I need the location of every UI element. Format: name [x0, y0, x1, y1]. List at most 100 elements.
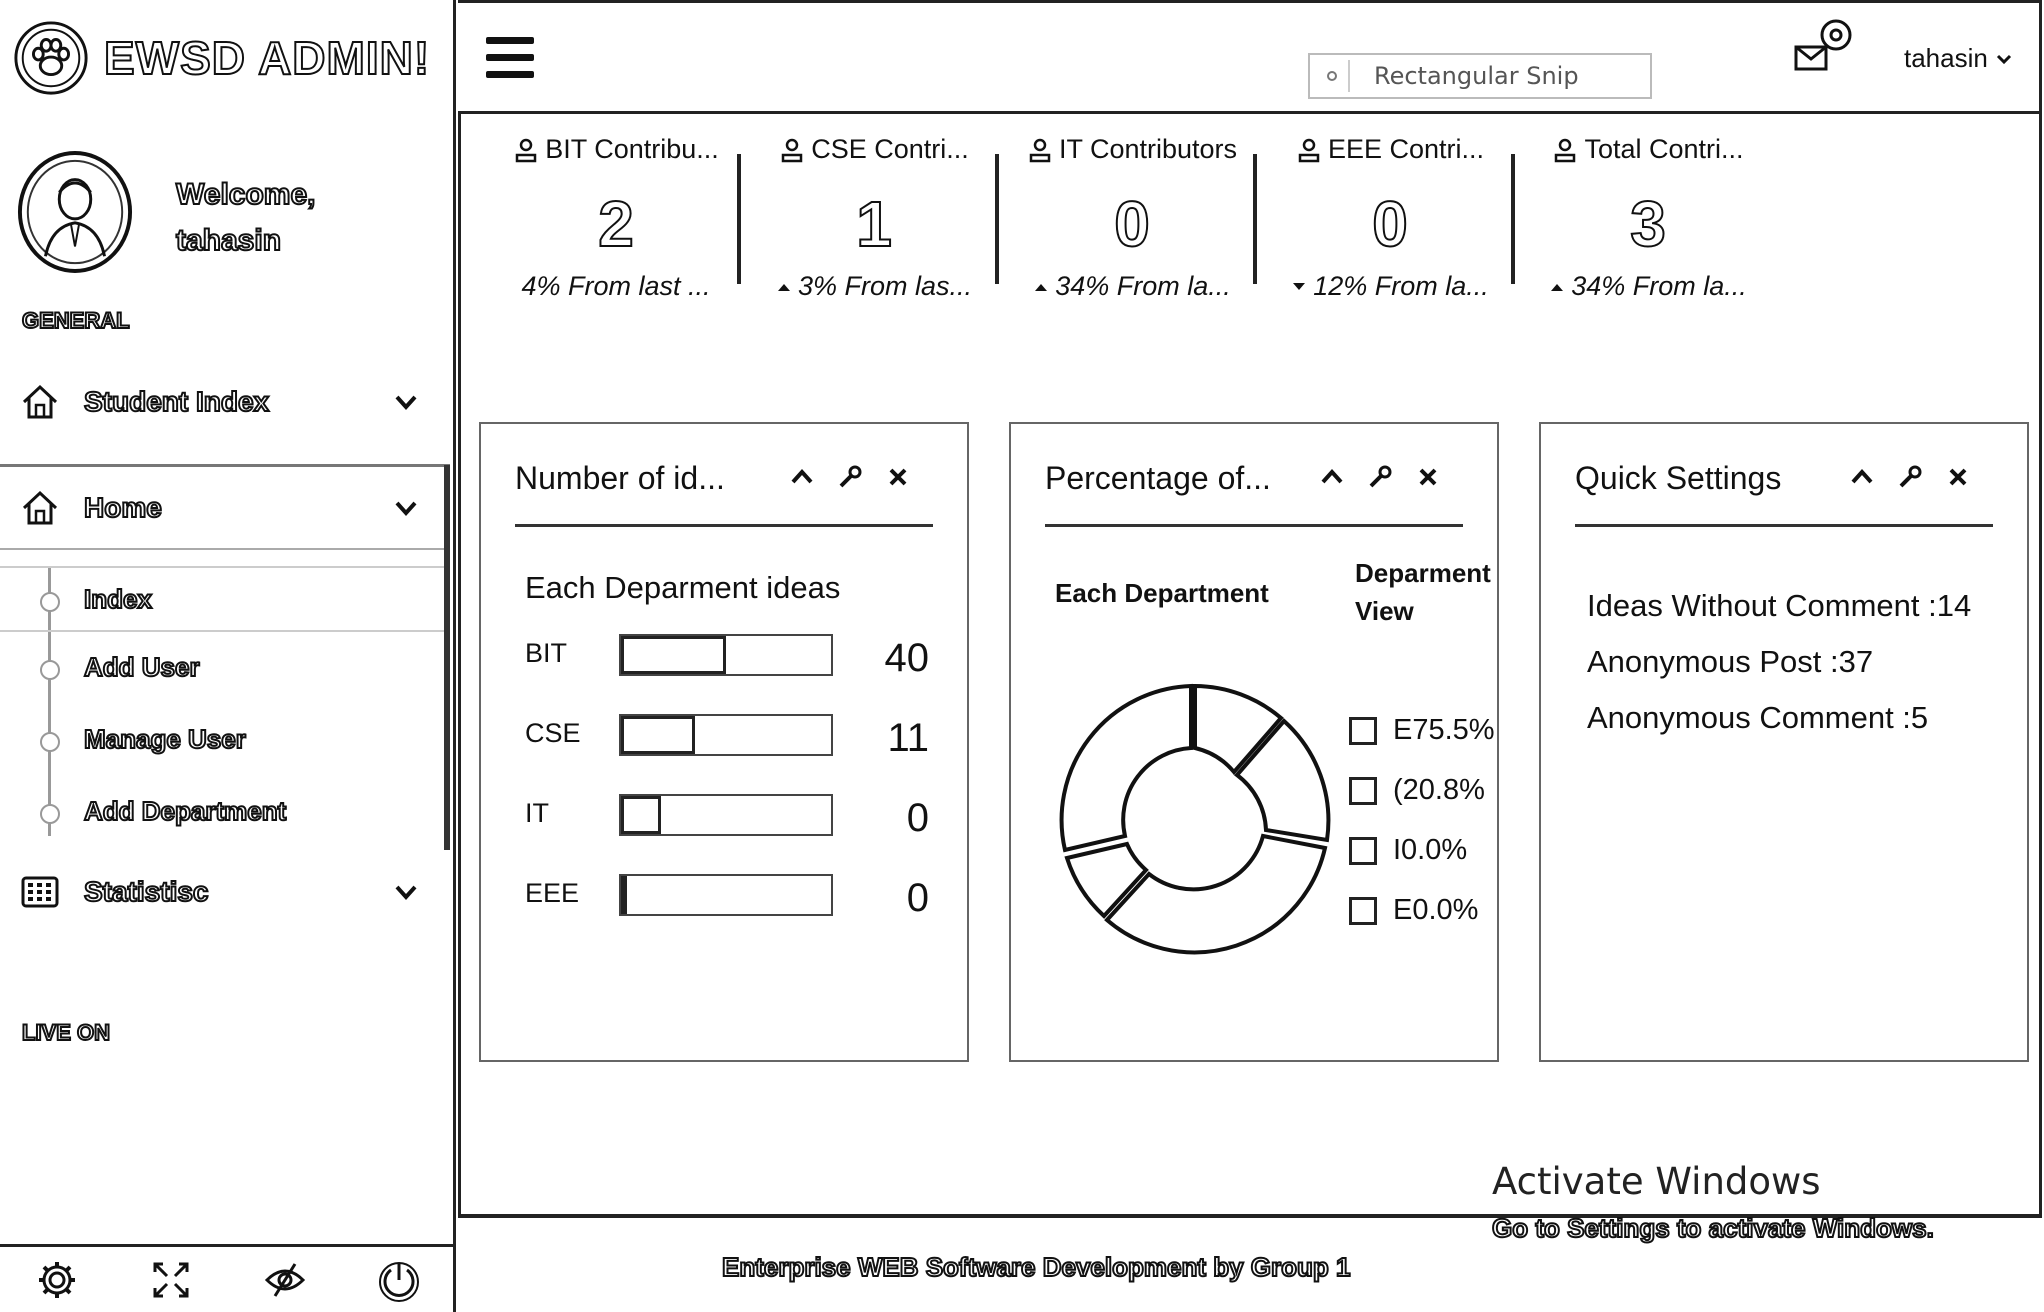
user-icon — [1029, 138, 1051, 162]
fullscreen-icon[interactable] — [149, 1258, 193, 1302]
close-icon[interactable] — [885, 464, 911, 490]
user-icon — [1298, 138, 1320, 162]
stat-label: CSE Contri... — [811, 134, 969, 164]
bar-label: EEE — [525, 878, 580, 908]
stat-divider — [995, 154, 999, 284]
legend-item[interactable]: (20.8% — [1349, 774, 1485, 807]
panel-divider — [515, 524, 933, 527]
welcome-label: Welcome, — [175, 177, 316, 212]
activate-title: Activate Windows — [1492, 1160, 1821, 1203]
legend-label: (20.8% — [1393, 774, 1485, 806]
submenu-item-manage-user[interactable]: Manage User — [0, 708, 450, 774]
submenu-item-label: Index — [83, 583, 153, 615]
eye-off-icon[interactable] — [263, 1258, 307, 1302]
legend-checkbox[interactable] — [1349, 836, 1377, 865]
wrench-icon[interactable] — [1897, 464, 1923, 490]
donut-segment — [1059, 683, 1193, 853]
mail-notification-icon[interactable] — [1790, 13, 1856, 75]
caret-down-icon — [1293, 282, 1306, 290]
collapse-icon[interactable] — [1319, 464, 1345, 490]
chevron-down-icon — [1996, 54, 2011, 64]
legend-checkbox[interactable] — [1349, 896, 1377, 925]
panel-title: Number of id... — [515, 460, 725, 496]
user-icon — [515, 138, 537, 162]
submenu-dot — [40, 804, 60, 824]
chart-right-label: Deparment View — [1355, 554, 1491, 630]
stat-change: 34% From la... — [1571, 271, 1747, 301]
nav-statistics[interactable]: Statistisc — [0, 852, 450, 932]
stat-value: 2 — [597, 187, 635, 261]
stat-change: 12% From la... — [1313, 271, 1489, 301]
power-icon[interactable] — [377, 1258, 421, 1302]
submenu-item-add-user[interactable]: Add User — [0, 636, 450, 702]
welcome-username: tahasin — [175, 223, 282, 258]
legend-item[interactable]: E0.0% — [1349, 894, 1478, 927]
close-icon[interactable] — [1945, 464, 1971, 490]
caret-up-icon — [1035, 283, 1048, 291]
stat-value: 3 — [1629, 187, 1667, 261]
topbar: Rectangular Snip tahasin — [458, 0, 2042, 114]
collapse-icon[interactable] — [1849, 464, 1875, 490]
activate-subtitle: Go to Settings to activate Windows. — [1491, 1212, 1935, 1244]
panel-percentage: Percentage of... Each Department Deparme… — [1009, 422, 1499, 1062]
paw-logo-icon — [14, 21, 88, 95]
stat-change: 3% From las... — [797, 271, 973, 301]
nav-home[interactable]: Home — [0, 464, 450, 550]
rectangular-snip-toolbar[interactable]: Rectangular Snip — [1308, 53, 1652, 99]
panel-title: Quick Settings — [1575, 460, 1782, 496]
wrench-icon[interactable] — [837, 464, 863, 490]
panel-quick-settings: Quick Settings Ideas Without Comment :14… — [1539, 422, 2029, 1062]
wrench-icon[interactable] — [1367, 464, 1393, 490]
bar-row-eee: EEE 0 — [525, 870, 945, 930]
home-icon — [22, 384, 58, 419]
close-icon[interactable] — [1415, 464, 1441, 490]
stat-change: 4% From last ... — [521, 271, 711, 301]
nav-home-label: Home — [83, 491, 163, 524]
hamburger-menu-icon[interactable] — [484, 33, 536, 83]
nav-statistics-label: Statistisc — [83, 875, 209, 908]
stat-card-cse: CSE Contri... 1 3% From las... — [745, 134, 1003, 314]
footer-text: Enterprise WEB Software Development by G… — [721, 1251, 1351, 1283]
legend-checkbox[interactable] — [1349, 716, 1377, 745]
stat-divider — [1253, 154, 1257, 284]
submenu-item-add-department[interactable]: Add Department — [0, 780, 450, 846]
bar-value: 40 — [884, 636, 930, 680]
legend-item[interactable]: E75.5% — [1349, 714, 1495, 747]
submenu-dot — [40, 660, 60, 680]
stat-label: IT Contributors — [1058, 134, 1238, 164]
bar-fill — [621, 876, 628, 914]
donut-segment — [1104, 833, 1328, 955]
bar-track — [619, 714, 833, 756]
bar-row-bit: BIT 40 — [525, 630, 945, 690]
gear-icon[interactable] — [35, 1258, 79, 1302]
stat-card-bit: BIT Contribu... 2 4% From last ... — [487, 134, 745, 314]
sidebar-scrollbar[interactable] — [444, 465, 450, 850]
legend-checkbox[interactable] — [1349, 776, 1377, 805]
donut-chart — [1059, 683, 1331, 955]
submenu-item-label: Manage User — [83, 723, 247, 755]
panel-ideas: Number of id... Each Deparment ideas BIT… — [479, 422, 969, 1062]
bar-value: 0 — [906, 796, 929, 840]
stat-value: 1 — [855, 187, 893, 261]
panel-title: Percentage of... — [1045, 460, 1271, 496]
user-menu[interactable]: tahasin — [1904, 43, 2014, 74]
welcome-text: Welcome, tahasin — [175, 172, 316, 264]
bar-row-it: IT 0 — [525, 790, 945, 850]
legend-label: I0.0% — [1393, 834, 1468, 866]
nav-student-index[interactable]: Student Index — [0, 362, 450, 442]
grid-icon — [21, 876, 59, 908]
snip-icon — [1316, 60, 1350, 92]
brand-title: EWSD ADMIN! — [103, 31, 431, 85]
chevron-down-icon — [395, 501, 417, 516]
legend-item[interactable]: I0.0% — [1349, 834, 1467, 867]
stat-value: 0 — [1371, 187, 1409, 261]
bar-track — [619, 874, 833, 916]
collapse-icon[interactable] — [789, 464, 815, 490]
bar-label: CSE — [525, 718, 581, 748]
chart-right-label-line2: View — [1355, 596, 1414, 626]
user-icon — [781, 138, 803, 162]
brand[interactable]: EWSD ADMIN! — [12, 18, 430, 98]
submenu-item-index[interactable]: Index — [0, 566, 450, 632]
quick-setting-line: Anonymous Post :37 — [1587, 644, 1874, 679]
stat-card-eee: EEE Contri... 0 12% From la... — [1261, 134, 1519, 314]
